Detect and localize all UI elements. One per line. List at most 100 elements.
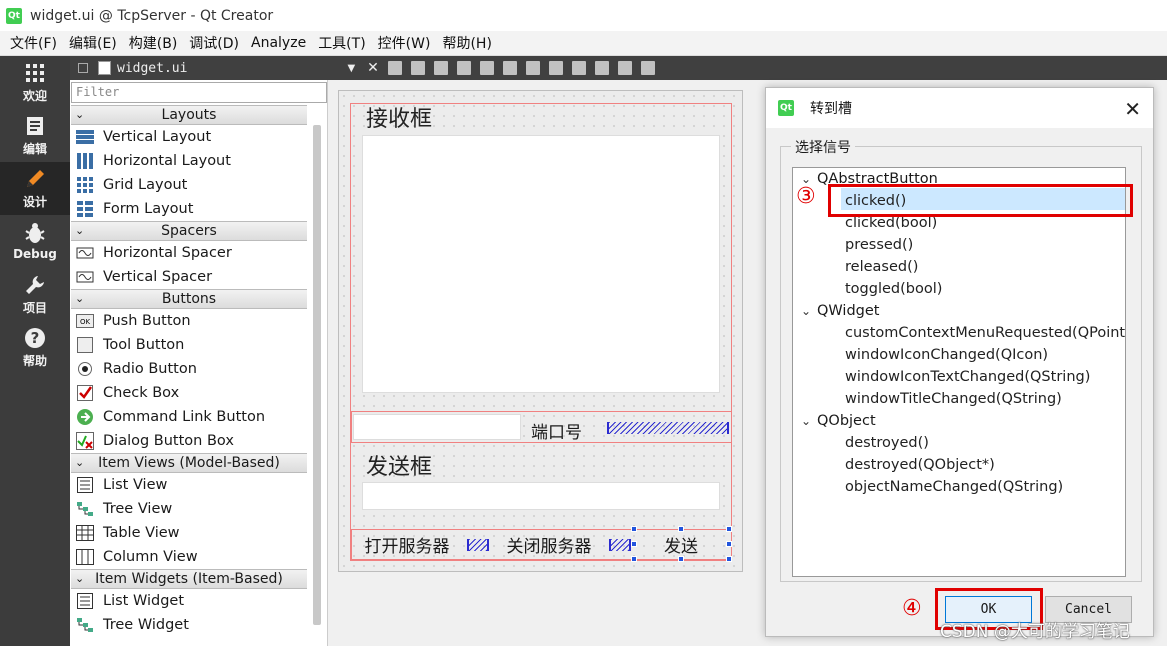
widget-item[interactable]: Table View (71, 521, 307, 545)
filter-input[interactable]: Filter (71, 82, 327, 103)
layout-grid-icon[interactable] (594, 61, 609, 75)
widget-item[interactable]: Column View (71, 545, 307, 569)
edit-tab-order-icon[interactable] (456, 61, 471, 75)
menu-analyze[interactable]: Analyze (245, 35, 312, 51)
signal-item[interactable]: windowIconChanged(QIcon) (845, 347, 1048, 363)
close-icon[interactable]: ✕ (1124, 97, 1141, 121)
send-text-edit[interactable] (362, 482, 720, 510)
break-layout-icon[interactable] (617, 61, 632, 75)
expand-arrow-icon[interactable]: ⌄ (801, 414, 817, 428)
widget-item[interactable]: Vertical Spacer (71, 265, 307, 289)
mode-help[interactable]: ? 帮助 (0, 321, 70, 374)
selection-handle[interactable] (726, 541, 732, 547)
widget-item[interactable]: Tree Widget (71, 613, 307, 637)
category-header[interactable]: ⌄ Layouts (71, 105, 307, 125)
selection-handle[interactable] (726, 526, 732, 532)
mode-debug[interactable]: Debug (0, 215, 70, 268)
widget-item[interactable]: Radio Button (71, 357, 307, 381)
widget-item[interactable]: Grid Layout (71, 173, 307, 197)
mode-sidebar: 欢迎 编辑 设计 Debug 项目 ? 帮助 (0, 56, 70, 646)
form-canvas[interactable]: 接收框 端口号 发送框 打开服务器 关闭服务器 发送 (338, 90, 743, 572)
signal-item[interactable]: clicked(bool) (845, 215, 937, 231)
close-server-button[interactable]: 关闭服务器 (495, 531, 603, 558)
expand-arrow-icon[interactable]: ⌄ (801, 304, 817, 318)
layout-form-icon[interactable] (571, 61, 586, 75)
category-header[interactable]: ⌄ Item Widgets (Item-Based) (71, 569, 307, 589)
signal-item[interactable]: windowIconTextChanged(QString) (845, 369, 1090, 385)
horizontal-spacer[interactable] (607, 422, 729, 434)
widget-item[interactable]: Tree View (71, 497, 307, 521)
expand-arrow-icon[interactable]: ⌄ (75, 290, 84, 308)
widget-item[interactable]: List View (71, 473, 307, 497)
mode-design[interactable]: 设计 (0, 162, 70, 215)
expand-arrow-icon[interactable]: ⌄ (75, 222, 84, 240)
receive-text-edit[interactable] (362, 135, 720, 393)
signal-item[interactable]: destroyed(QObject*) (845, 457, 995, 473)
layout-vertical-icon[interactable] (502, 61, 517, 75)
selection-handle[interactable] (631, 541, 637, 547)
widget-item[interactable]: Check Box (71, 381, 307, 405)
widget-item[interactable]: Horizontal Spacer (71, 241, 307, 265)
mode-welcome[interactable]: 欢迎 (0, 56, 70, 109)
adjust-size-icon[interactable] (640, 61, 655, 75)
port-line-edit[interactable] (353, 414, 521, 440)
category-header[interactable]: ⌄ Buttons (71, 289, 307, 309)
send-button[interactable]: 发送 (635, 531, 727, 558)
open-file-name[interactable]: widget.ui (117, 61, 187, 76)
selection-handle[interactable] (678, 556, 684, 562)
signal-item[interactable]: objectNameChanged(QString) (845, 479, 1063, 495)
horizontal-spacer[interactable] (609, 539, 631, 551)
mode-projects[interactable]: 项目 (0, 268, 70, 321)
signal-item[interactable]: pressed() (845, 237, 913, 253)
svg-text:?: ? (31, 329, 40, 347)
widget-item[interactable]: Dialog Button Box (71, 429, 307, 453)
selection-handle[interactable] (631, 526, 637, 532)
menu-tools[interactable]: 工具(T) (312, 33, 371, 53)
menu-widgets[interactable]: 控件(W) (372, 33, 437, 53)
mode-edit[interactable]: 编辑 (0, 109, 70, 162)
menu-help[interactable]: 帮助(H) (436, 33, 497, 53)
signal-item[interactable]: released() (845, 259, 918, 275)
close-document-icon[interactable]: ✕ (367, 60, 379, 76)
layout-splitter-h-icon[interactable] (525, 61, 540, 75)
menu-bar: 文件(F) 编辑(E) 构建(B) 调试(D) Analyze 工具(T) 控件… (0, 31, 1167, 56)
signal-item[interactable]: toggled(bool) (845, 281, 942, 297)
open-server-button[interactable]: 打开服务器 (353, 531, 461, 558)
selection-handle[interactable] (678, 526, 684, 532)
menu-file[interactable]: 文件(F) (4, 33, 63, 53)
edit-signals-icon[interactable] (410, 61, 425, 75)
widget-item[interactable]: List Widget (71, 589, 307, 613)
horizontal-spacer[interactable] (467, 539, 489, 551)
widget-item[interactable]: Command Link Button (71, 405, 307, 429)
expand-arrow-icon[interactable]: ⌄ (75, 454, 84, 472)
signal-class-node[interactable]: ⌄ QWidget (801, 303, 879, 319)
horizontal-layout-icon (75, 152, 95, 170)
expand-arrow-icon[interactable]: ⌄ (75, 570, 84, 588)
dialog-title: 转到槽 (810, 101, 852, 117)
menu-build[interactable]: 构建(B) (123, 33, 184, 53)
layout-splitter-v-icon[interactable] (548, 61, 563, 75)
widget-item[interactable]: Form Layout (71, 197, 307, 221)
category-header[interactable]: ⌄ Spacers (71, 221, 307, 241)
dropdown-arrow-icon[interactable]: ▼ (347, 63, 355, 74)
widget-item[interactable]: Tool Button (71, 333, 307, 357)
menu-debug[interactable]: 调试(D) (183, 33, 245, 53)
selection-handle[interactable] (631, 556, 637, 562)
menu-edit[interactable]: 编辑(E) (63, 33, 123, 53)
widget-item[interactable]: Vertical Layout (71, 125, 307, 149)
edit-widgets-icon[interactable] (387, 61, 402, 75)
category-header[interactable]: ⌄ Item Views (Model-Based) (71, 453, 307, 473)
expand-arrow-icon[interactable]: ⌄ (75, 106, 84, 124)
category-label: Layouts (161, 107, 217, 123)
layout-horizontal-icon[interactable] (479, 61, 494, 75)
selection-handle[interactable] (726, 556, 732, 562)
signal-class-node[interactable]: ⌄ QObject (801, 413, 876, 429)
signal-item[interactable]: destroyed() (845, 435, 929, 451)
widget-item[interactable]: Horizontal Layout (71, 149, 307, 173)
widget-box-scrollbar[interactable] (313, 125, 321, 625)
edit-buddies-icon[interactable] (433, 61, 448, 75)
widget-item[interactable]: OK Push Button (71, 309, 307, 333)
signal-tree[interactable]: ⌄ QAbstractButton clicked() clicked(bool) pr… (792, 167, 1126, 577)
signal-item[interactable]: customContextMenuRequested(QPoint) (845, 325, 1125, 341)
signal-item[interactable]: windowTitleChanged(QString) (845, 391, 1062, 407)
